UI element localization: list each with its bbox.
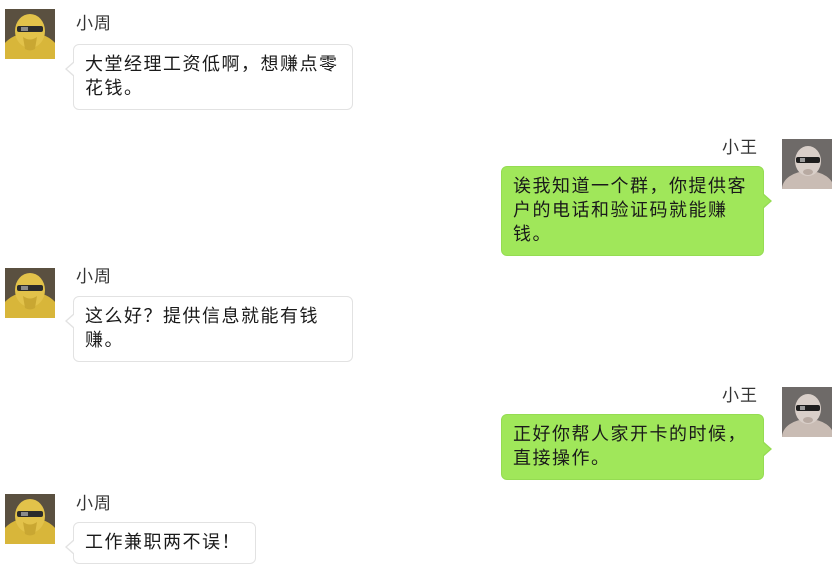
- message-bubble[interactable]: 工作兼职两不误！: [65, 522, 256, 564]
- sender-name: 小周: [76, 494, 112, 514]
- masked-figure-avatar-icon[interactable]: [782, 387, 832, 437]
- message-bubble[interactable]: 大堂经理工资低啊，想赚点零花钱。: [65, 44, 353, 110]
- message-bubble[interactable]: 诶我知道一个群，你提供客户的电话和验证码就能赚钱。: [501, 166, 772, 256]
- sender-name: 小王: [722, 386, 758, 406]
- sender-name: 小王: [722, 138, 758, 158]
- sender-name: 小周: [76, 14, 112, 34]
- masked-figure-avatar-icon[interactable]: [782, 139, 832, 189]
- message-bubble[interactable]: 正好你帮人家开卡的时候，直接操作。: [501, 414, 772, 480]
- yellow-hooded-figure-avatar-icon[interactable]: [5, 9, 55, 59]
- sender-name: 小周: [76, 267, 112, 287]
- yellow-hooded-figure-avatar-icon[interactable]: [5, 268, 55, 318]
- message-bubble[interactable]: 这么好？提供信息就能有钱赚。: [65, 296, 353, 362]
- yellow-hooded-figure-avatar-icon[interactable]: [5, 494, 55, 544]
